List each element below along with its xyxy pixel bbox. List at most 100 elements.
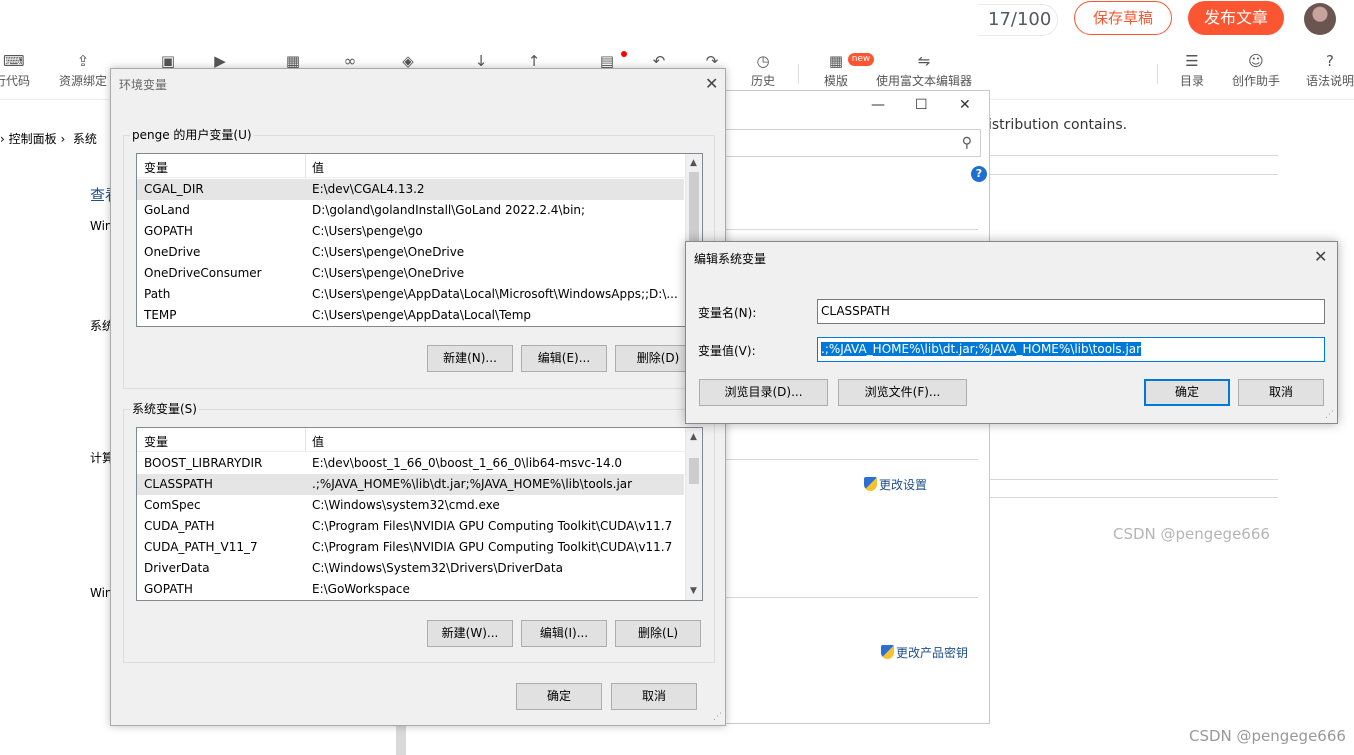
toolbar-grammar-button[interactable]: ? 语法说明 (1306, 52, 1354, 89)
cancel-button[interactable]: 取消 (1238, 379, 1324, 406)
user-variables-list[interactable]: 变量 值 CGAL_DIR E:\dev\CGAL4.13.2 GoLand D:\g… (136, 153, 703, 327)
system-variables-list[interactable]: 变量 值 BOOST_LIBRARYDIR E:\dev\boost_1_66_0… (136, 427, 703, 601)
table-row[interactable]: Path C:\Users\penge\AppData\Local\Microso… (137, 284, 684, 305)
resize-grip-icon[interactable]: ⋰ (1325, 410, 1334, 420)
user-new-button[interactable]: 新建(N)... (427, 345, 513, 372)
template-icon: ▦ (828, 52, 844, 70)
assistant-icon: ☺ (1248, 52, 1264, 70)
variable-name: CUDA_PATH (144, 519, 215, 533)
table-row[interactable]: ComSpec C:\Windows\system32\cmd.exe (137, 495, 684, 516)
variable-name: GOPATH (144, 582, 193, 596)
selected-text: .;%JAVA_HOME%\lib\dt.jar;%JAVA_HOME%\lib… (821, 342, 1142, 356)
change-product-key-link[interactable]: 更改产品密钥 (881, 644, 968, 661)
toolbar-divider (1157, 64, 1158, 84)
list-header: 变量 值 (137, 154, 702, 178)
variable-value: D:\goland\golandInstall\GoLand 2022.2.4\… (312, 203, 586, 217)
toolbar-rich-text-button[interactable]: ⇋ 使用富文本编辑器 (876, 52, 972, 89)
scroll-up-icon[interactable]: ▲ (690, 158, 697, 168)
system-variables-label: 系统变量(S) (130, 400, 199, 417)
system-delete-button[interactable]: 删除(L) (615, 620, 701, 647)
table-row[interactable]: TEMP C:\Users\penge\AppData\Local\Temp (137, 305, 684, 326)
close-icon[interactable]: ✕ (705, 74, 718, 93)
toolbar-toc-button[interactable]: ☰ 目录 (1180, 52, 1204, 89)
ok-button[interactable]: 确定 (516, 683, 602, 710)
variable-name: Path (144, 287, 171, 301)
table-row[interactable]: GoLand D:\goland\golandInstall\GoLand 202… (137, 200, 684, 221)
table-row[interactable]: CGAL_DIR E:\dev\CGAL4.13.2 (137, 179, 684, 200)
cancel-button[interactable]: 取消 (611, 683, 697, 710)
ok-button[interactable]: 确定 (1144, 379, 1230, 406)
table-row[interactable]: OneDrive C:\Users\penge\OneDrive (137, 242, 684, 263)
column-variable[interactable]: 变量 (144, 433, 168, 450)
change-settings-label[interactable]: 更改设置 (879, 478, 927, 492)
avatar[interactable] (1304, 3, 1336, 35)
table-row[interactable]: GOPATH E:\GoWorkspace (137, 579, 684, 600)
system-list-scrollbar[interactable]: ▲ ▼ (685, 428, 702, 600)
table-row[interactable]: CUDA_PATH C:\Program Files\NVIDIA GPU Com… (137, 516, 684, 537)
minimize-icon[interactable]: — (871, 97, 885, 113)
variable-name: DriverData (144, 561, 210, 575)
column-value[interactable]: 值 (312, 433, 324, 450)
variable-value: C:\Users\penge\AppData\Local\Microsoft\W… (312, 287, 678, 301)
environment-variables-dialog: 环境变量 ✕ penge 的用户变量(U) 变量 值 CGAL_DIR E:\de… (110, 68, 726, 726)
breadcrumb-system[interactable]: 系统 (73, 132, 97, 146)
toolbar-history-button[interactable]: ◷ 历史 (751, 52, 775, 89)
column-variable[interactable]: 变量 (144, 159, 168, 176)
save-draft-button[interactable]: 保存草稿 (1074, 1, 1172, 35)
table-row[interactable]: OneDriveConsumer C:\Users\penge\OneDrive (137, 263, 684, 284)
variable-value: C:\Windows\system32\cmd.exe (312, 498, 500, 512)
new-badge: new (848, 53, 874, 66)
table-row[interactable]: CUDA_PATH_V11_7 C:\Program Files\NVIDIA G… (137, 537, 684, 558)
table-row[interactable]: GOPATH C:\Users\penge\go (137, 221, 684, 242)
close-icon[interactable]: ✕ (959, 97, 971, 113)
variable-name-field[interactable]: CLASSPATH (817, 299, 1325, 324)
variable-value: C:\Windows\System32\Drivers\DriverData (312, 561, 563, 575)
resource-bind-icon: ⇪ (76, 52, 90, 70)
change-product-key-label[interactable]: 更改产品密钥 (896, 646, 968, 660)
toolbar-resource-bind-button[interactable]: ⇪ 资源绑定 (59, 52, 107, 89)
browse-file-button[interactable]: 浏览文件(F)... (838, 379, 967, 406)
toolbar-label: 语法说明 (1305, 74, 1354, 88)
publish-button[interactable]: 发布文章 (1188, 1, 1284, 35)
breadcrumb-control-panel[interactable]: 控制面板 (9, 132, 57, 146)
divider (721, 597, 978, 598)
toolbar-assistant-button[interactable]: ☺ 创作助手 (1232, 52, 1280, 89)
toolbar-divider (798, 64, 799, 84)
divider (721, 229, 978, 230)
variable-name: GoLand (144, 203, 190, 217)
close-icon[interactable]: ✕ (1314, 247, 1327, 266)
variable-value-field[interactable]: .;%JAVA_HOME%\lib\dt.jar;%JAVA_HOME%\lib… (817, 337, 1325, 362)
scroll-thumb[interactable] (689, 458, 699, 484)
variable-value: .;%JAVA_HOME%\lib\dt.jar;%JAVA_HOME%\lib… (312, 477, 633, 491)
search-input[interactable]: ⚲ (725, 129, 981, 157)
system-edit-button[interactable]: 编辑(I)... (521, 620, 607, 647)
variable-name: OneDrive (144, 245, 201, 259)
scroll-down-icon[interactable]: ▼ (690, 586, 697, 596)
toolbar-insert-code-button[interactable]: ⌨ 行代码 (0, 52, 30, 89)
variable-value: E:\GoWorkspace (312, 582, 410, 596)
toolbar-label: 资源绑定 (58, 74, 107, 88)
divider (988, 497, 1278, 498)
scroll-up-icon[interactable]: ▲ (690, 432, 697, 442)
toolbar-template-button[interactable]: ▦ 模版 (824, 52, 848, 89)
breadcrumb-separator: › (0, 132, 9, 146)
divider (988, 174, 1278, 175)
maximize-icon[interactable]: ☐ (915, 97, 928, 113)
search-icon[interactable]: ⚲ (962, 135, 972, 151)
variable-value-label: 变量值(V): (698, 344, 756, 358)
help-icon[interactable]: ? (971, 166, 987, 182)
change-settings-link[interactable]: 更改设置 (864, 476, 927, 493)
user-edit-button[interactable]: 编辑(E)... (521, 345, 607, 372)
toolbar-label: 历史 (750, 74, 775, 88)
table-row[interactable]: CLASSPATH .;%JAVA_HOME%\lib\dt.jar;%JAVA_… (137, 474, 684, 495)
table-row[interactable]: BOOST_LIBRARYDIR E:\dev\boost_1_66_0\boos… (137, 453, 684, 474)
system-new-button[interactable]: 新建(W)... (427, 620, 513, 647)
variable-value: C:\Users\penge\go (312, 224, 423, 238)
table-row[interactable]: DriverData C:\Windows\System32\Drivers\Dr… (137, 558, 684, 579)
browse-directory-button[interactable]: 浏览目录(D)... (699, 379, 828, 406)
toolbar-label: 创作助手 (1231, 74, 1280, 88)
dialog-title: 编辑系统变量 (694, 252, 767, 266)
resize-grip-icon[interactable]: ⋰ (713, 712, 722, 722)
column-value[interactable]: 值 (312, 159, 324, 176)
variable-value: C:\Users\penge\AppData\Local\Temp (312, 308, 532, 322)
